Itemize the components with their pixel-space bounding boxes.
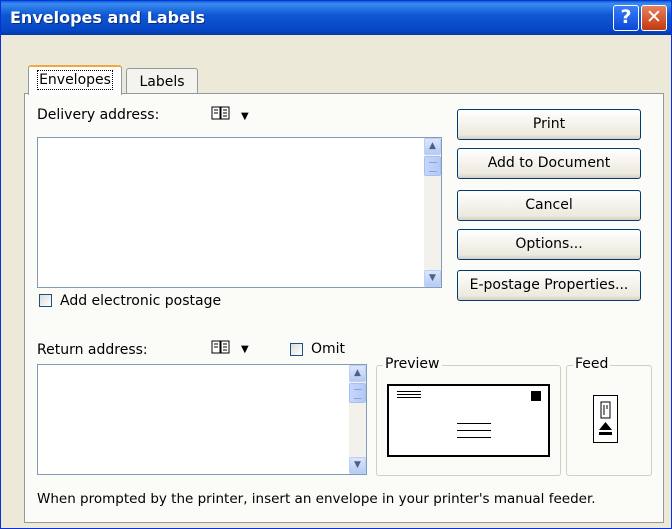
envelope-preview[interactable] [387, 384, 550, 457]
window-title: Envelopes and Labels [10, 8, 205, 27]
tab-envelopes-label: Envelopes [37, 70, 113, 90]
scroll-thumb[interactable] [424, 156, 441, 176]
tab-labels[interactable]: Labels [126, 68, 198, 94]
chevron-down-icon[interactable]: ▼ [241, 111, 249, 122]
preview-title: Preview [383, 356, 442, 372]
delivery-scrollbar[interactable]: ▲ ▼ [424, 138, 441, 287]
manual-feed-hint: When prompted by the printer, insert an … [37, 491, 596, 507]
feed-title: Feed [573, 356, 611, 372]
return-scrollbar[interactable]: ▲ ▼ [349, 365, 366, 474]
help-button[interactable]: ? [613, 5, 639, 31]
chevron-down-icon[interactable]: ▼ [241, 344, 249, 355]
scroll-down-icon[interactable]: ▼ [349, 457, 366, 474]
delivery-address-label: Delivery address: [37, 107, 160, 123]
print-button[interactable]: Print [457, 109, 641, 140]
add-electronic-postage-label: Add electronic postage [60, 293, 222, 309]
omit-checkbox[interactable] [290, 343, 303, 356]
options-button[interactable]: Options... [457, 229, 641, 260]
add-electronic-postage-checkbox[interactable] [39, 294, 52, 307]
stamp-icon [531, 391, 541, 401]
scroll-thumb[interactable] [349, 383, 366, 403]
scroll-down-icon[interactable]: ▼ [424, 270, 441, 287]
help-icon: ? [620, 6, 632, 28]
e-postage-properties-button[interactable]: E-postage Properties... [457, 270, 641, 301]
scroll-up-icon[interactable]: ▲ [424, 138, 441, 155]
delivery-address-field[interactable]: ▲ ▼ [37, 137, 442, 288]
omit-label: Omit [311, 341, 346, 357]
envelopes-and-labels-dialog: Envelopes and Labels ? ✕ Envelopes Label… [0, 0, 672, 529]
close-icon: ✕ [646, 6, 662, 28]
scroll-up-icon[interactable]: ▲ [349, 365, 366, 382]
tab-labels-label: Labels [139, 74, 185, 90]
return-address-field[interactable]: ▲ ▼ [37, 364, 367, 475]
return-address-label: Return address: [37, 342, 148, 358]
add-to-document-button[interactable]: Add to Document [457, 148, 641, 179]
address-book-icon[interactable] [211, 339, 231, 359]
address-book-icon[interactable] [211, 105, 231, 125]
close-button[interactable]: ✕ [641, 5, 667, 31]
title-bar[interactable]: Envelopes and Labels ? ✕ [1, 1, 671, 35]
tab-envelopes[interactable]: Envelopes [28, 65, 122, 95]
feed-method-icon[interactable] [593, 395, 618, 443]
cancel-button[interactable]: Cancel [457, 190, 641, 221]
